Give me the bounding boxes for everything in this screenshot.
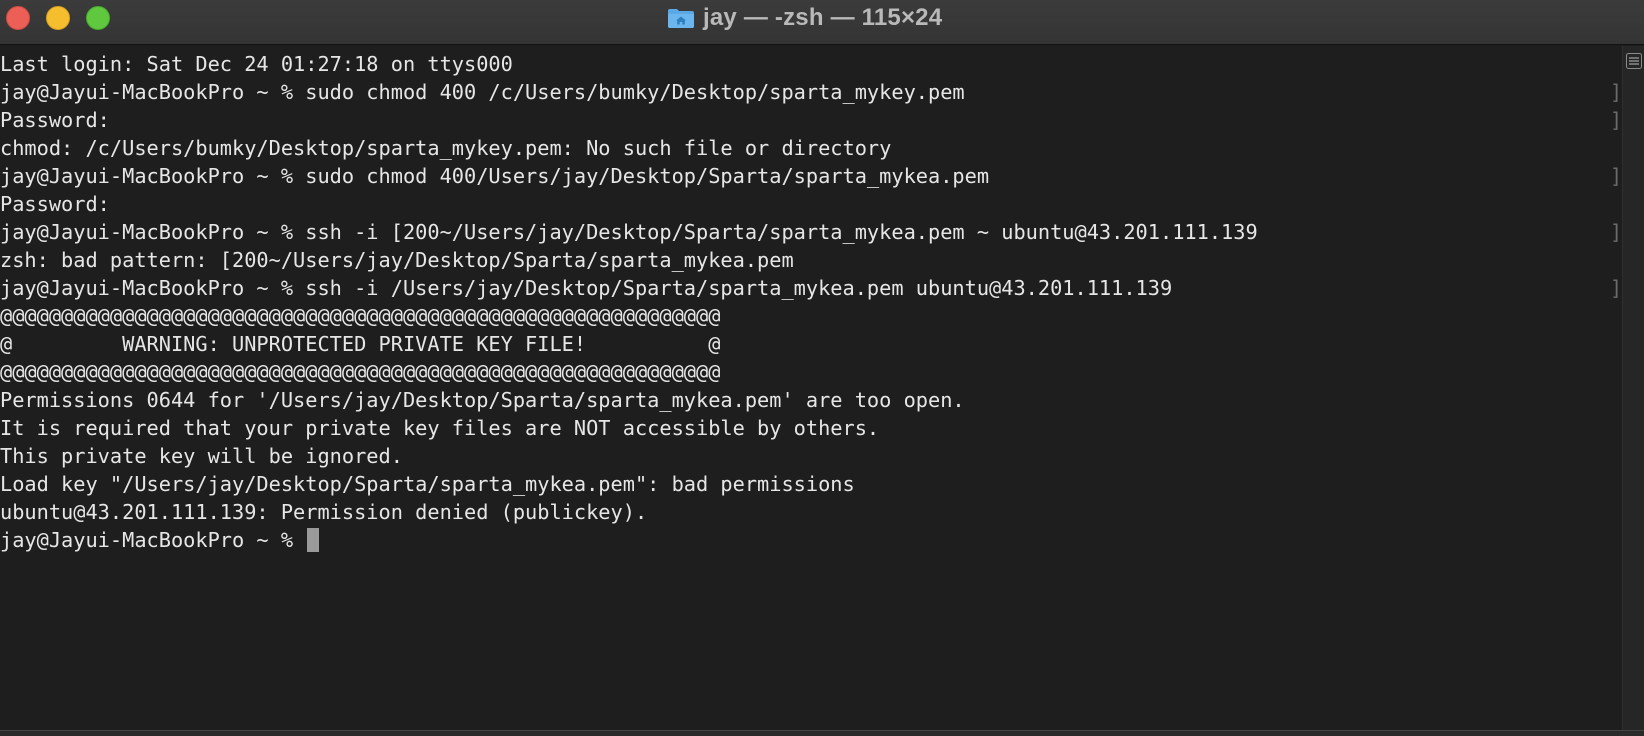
terminal-line: Load key "/Users/jay/Desktop/Sparta/spar… <box>0 472 855 496</box>
terminal-line: @@@@@@@@@@@@@@@@@@@@@@@@@@@@@@@@@@@@@@@@… <box>0 360 721 384</box>
prompt-text: jay@Jayui-MacBookPro ~ % <box>0 528 306 552</box>
terminal-line: This private key will be ignored. <box>0 444 403 468</box>
list-icon[interactable] <box>1626 53 1642 69</box>
terminal-line: jay@Jayui-MacBookPro ~ % ssh -i /Users/j… <box>0 276 1173 300</box>
terminal-line: Permissions 0644 for '/Users/jay/Desktop… <box>0 388 965 412</box>
title-bar[interactable]: jay — -zsh — 115×24 <box>0 0 1644 45</box>
terminal-line: It is required that your private key fil… <box>0 416 880 440</box>
terminal-window: jay — -zsh — 115×24 Last login: Sat Dec … <box>0 0 1644 736</box>
command-mark-icon: ] <box>1610 220 1623 244</box>
terminal-line: Password: <box>0 192 110 216</box>
minimize-button[interactable] <box>46 6 70 30</box>
terminal-line: @ WARNING: UNPROTECTED PRIVATE KEY FILE!… <box>0 332 721 356</box>
terminal-line: Password: <box>0 108 110 132</box>
terminal-line: jay@Jayui-MacBookPro ~ % sudo chmod 400/… <box>0 164 990 188</box>
terminal-line: jay@Jayui-MacBookPro ~ % ssh -i [200~/Us… <box>0 220 1258 244</box>
close-button[interactable] <box>6 6 30 30</box>
terminal-line: zsh: bad pattern: [200~/Users/jay/Deskto… <box>0 248 794 272</box>
terminal-line: @@@@@@@@@@@@@@@@@@@@@@@@@@@@@@@@@@@@@@@@… <box>0 304 721 328</box>
command-mark-icon: ] <box>1610 108 1623 132</box>
terminal-line: Last login: Sat Dec 24 01:27:18 on ttys0… <box>0 52 513 76</box>
text-cursor <box>307 528 320 552</box>
window-title: jay — -zsh — 115×24 <box>703 4 943 31</box>
terminal-line: jay@Jayui-MacBookPro ~ % sudo chmod 400 … <box>0 80 965 104</box>
terminal-line: chmod: /c/Users/bumky/Desktop/sparta_myk… <box>0 136 892 160</box>
command-mark-icon: ] <box>1610 164 1623 188</box>
home-folder-icon <box>667 7 695 29</box>
terminal-output[interactable]: Last login: Sat Dec 24 01:27:18 on ttys0… <box>0 46 1622 730</box>
maximize-button[interactable] <box>86 6 110 30</box>
window-title-group: jay — -zsh — 115×24 <box>667 0 942 36</box>
terminal-line: ubuntu@43.201.111.139: Permission denied… <box>0 500 648 524</box>
command-mark-icon: ] <box>1610 80 1623 104</box>
vertical-scrollbar[interactable] <box>1622 46 1644 730</box>
terminal-prompt-line[interactable]: jay@Jayui-MacBookPro ~ % <box>0 526 1622 554</box>
command-mark-icon: ] <box>1610 276 1623 300</box>
window-bottom-edge <box>0 730 1644 736</box>
